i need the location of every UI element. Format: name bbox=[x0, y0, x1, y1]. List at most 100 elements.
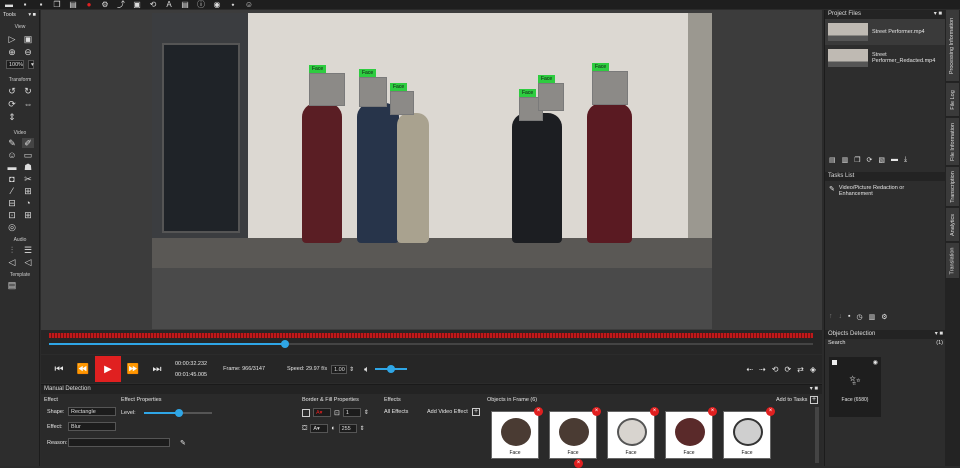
flip-horizontal-icon[interactable]: ⇔ bbox=[22, 99, 34, 109]
layers-icon[interactable]: ◈ bbox=[810, 365, 816, 374]
object-thumbnail[interactable]: × Face bbox=[549, 407, 601, 459]
loop-icon[interactable]: ⟲ bbox=[772, 365, 779, 374]
all-effects-label[interactable]: All Effects bbox=[384, 409, 408, 415]
remove-object-icon[interactable]: × bbox=[574, 459, 583, 468]
audio-wave-icon[interactable]: ⫶ bbox=[6, 245, 18, 255]
settings-icon[interactable]: ⚙ bbox=[100, 0, 110, 9]
move-up-icon[interactable]: ↑ bbox=[829, 313, 833, 321]
remove-object-icon[interactable]: × bbox=[766, 407, 775, 416]
volume-icon[interactable]: 🔈︎ bbox=[364, 364, 369, 375]
delete-task-icon[interactable]: ▥ bbox=[869, 313, 876, 321]
zoom-select[interactable]: 100% bbox=[6, 60, 24, 69]
save-task-icon[interactable]: ▪ bbox=[848, 313, 850, 321]
timeline-handle[interactable] bbox=[281, 340, 289, 348]
save-icon[interactable]: ▪ bbox=[20, 0, 30, 9]
link-icon[interactable]: ⬩ bbox=[228, 0, 238, 9]
zoom-dropdown-icon[interactable]: ▾ bbox=[28, 60, 34, 69]
add-video-effect-button[interactable]: + bbox=[472, 408, 480, 416]
object-thumbnail[interactable]: × Face bbox=[491, 407, 543, 459]
panel-menu-icon[interactable]: ▾ ■ bbox=[934, 10, 942, 19]
project-file-item[interactable]: Street Performer.mp4 bbox=[825, 19, 945, 45]
template-icon[interactable]: ▤ bbox=[6, 280, 18, 290]
objects-scrollbar[interactable] bbox=[815, 407, 819, 463]
mute-icon[interactable]: ◁ bbox=[22, 257, 34, 267]
reason-select[interactable] bbox=[68, 438, 170, 447]
delete-file-icon[interactable]: ▥ bbox=[842, 156, 849, 164]
fill-style-select[interactable]: A▾ bbox=[310, 424, 329, 433]
note-icon[interactable]: ▤ bbox=[180, 0, 190, 9]
frame-icon[interactable]: ⊡ bbox=[6, 210, 18, 220]
add-video-effect-label[interactable]: Add Video Effect bbox=[427, 409, 468, 415]
border-style-select[interactable]: A▾ bbox=[313, 408, 331, 417]
car-icon[interactable]: ◘ bbox=[6, 174, 18, 184]
fill-opacity-stepper[interactable]: ⇕ bbox=[360, 425, 365, 432]
volume-icon[interactable]: ◁ bbox=[6, 257, 18, 267]
edit-reason-icon[interactable]: ✎ bbox=[180, 439, 186, 447]
next-frame-icon[interactable]: ⇢ bbox=[759, 365, 766, 374]
visibility-eye-icon[interactable]: ◉ bbox=[873, 359, 878, 366]
fast-forward-icon[interactable]: ⏩ bbox=[121, 364, 145, 375]
redact-pen-icon[interactable]: ✐ bbox=[22, 138, 34, 148]
face-detection[interactable]: Face bbox=[538, 75, 564, 111]
panel-menu-icon[interactable]: ▾ ■ bbox=[935, 330, 943, 339]
pen-icon[interactable]: ✎ bbox=[6, 138, 18, 148]
remove-object-icon[interactable]: × bbox=[708, 407, 717, 416]
zoom-out-icon[interactable]: ⊖ bbox=[22, 47, 34, 57]
monitor-icon[interactable]: ▭ bbox=[22, 150, 34, 160]
add-to-tasks-label[interactable]: Add to Tasks bbox=[776, 397, 807, 403]
refresh-icon[interactable]: ⟳ bbox=[867, 156, 873, 164]
text-icon[interactable]: A bbox=[164, 0, 174, 9]
rotate-left-icon[interactable]: ↺ bbox=[6, 86, 18, 96]
rotate-right-icon[interactable]: ↻ bbox=[22, 86, 34, 96]
refresh-icon[interactable]: ⟳ bbox=[6, 99, 18, 109]
skip-start-icon[interactable]: ⏮ bbox=[47, 364, 71, 375]
web-icon[interactable]: ◉ bbox=[212, 0, 222, 9]
face-detection[interactable]: Face bbox=[592, 63, 628, 105]
rate-stepper-icon[interactable]: ⇕ bbox=[349, 366, 354, 373]
border-width-input[interactable]: 1 bbox=[342, 408, 361, 417]
paste-icon[interactable]: ▤ bbox=[68, 0, 78, 9]
tab-file-information[interactable]: File Information bbox=[946, 118, 959, 166]
folder-icon[interactable]: ▬ bbox=[4, 0, 14, 9]
plate-icon[interactable]: ▬ bbox=[6, 162, 18, 172]
panel-menu-icon[interactable]: ▾ ■ bbox=[810, 385, 818, 394]
share-icon[interactable]: ⤴ bbox=[116, 0, 126, 9]
speed-icon[interactable]: ◔ bbox=[22, 198, 34, 208]
rate-input[interactable]: 1.00 bbox=[331, 364, 348, 374]
transform-icon[interactable]: ⟲ bbox=[148, 0, 158, 9]
record-icon[interactable]: ● bbox=[84, 0, 94, 9]
object-checkbox[interactable] bbox=[832, 360, 837, 365]
video-frame[interactable]: Face Face Face Face Face Face bbox=[152, 13, 712, 329]
grid-icon[interactable]: ⊞ bbox=[22, 210, 34, 220]
copy-icon[interactable]: ❐ bbox=[52, 0, 62, 9]
repeat-icon[interactable]: ⟳ bbox=[784, 365, 791, 374]
effect-select[interactable]: Blur bbox=[68, 422, 116, 431]
volume-slider[interactable] bbox=[374, 365, 407, 373]
tab-analytics[interactable]: Analytics bbox=[946, 208, 959, 242]
download-icon[interactable]: ⤓ bbox=[904, 156, 907, 164]
duplicate-icon[interactable]: ❐ bbox=[854, 156, 860, 164]
task-item[interactable]: ✎ Video/Picture Redaction or Enhancement bbox=[829, 185, 934, 197]
info-icon[interactable]: ⓘ bbox=[196, 0, 206, 9]
open-folder-icon[interactable]: ▬ bbox=[891, 156, 898, 164]
face-detection[interactable]: Face bbox=[309, 65, 345, 106]
target-icon[interactable]: ◎ bbox=[6, 222, 18, 232]
face-icon[interactable]: ☺ bbox=[6, 150, 18, 160]
shape-select[interactable]: Rectangle bbox=[68, 407, 116, 416]
brush-icon[interactable]: ⁄ bbox=[6, 186, 18, 196]
play-icon[interactable]: ▷ bbox=[6, 34, 18, 44]
zoom-in-icon[interactable]: ⊕ bbox=[6, 47, 18, 57]
skip-end-icon[interactable]: ⏭ bbox=[145, 364, 169, 375]
scissors-icon[interactable]: ✂ bbox=[22, 174, 34, 184]
project-file-item[interactable]: Street Performer_Redacted.mp4 bbox=[825, 45, 945, 71]
object-thumbnail[interactable]: × Face bbox=[607, 407, 659, 459]
tab-processing-information[interactable]: Processing Information bbox=[946, 10, 959, 82]
flip-vertical-icon[interactable]: ⇕ bbox=[6, 112, 18, 122]
user-icon[interactable]: ☺ bbox=[244, 0, 254, 9]
level-slider[interactable] bbox=[144, 409, 212, 417]
play-button[interactable]: ▶ bbox=[95, 356, 121, 382]
equalizer-icon[interactable]: ☰ bbox=[22, 245, 34, 255]
add-to-tasks-button[interactable]: + bbox=[810, 396, 818, 404]
objects-search-row[interactable]: Search (1) bbox=[825, 340, 946, 346]
remove-object-icon[interactable]: × bbox=[534, 407, 543, 416]
